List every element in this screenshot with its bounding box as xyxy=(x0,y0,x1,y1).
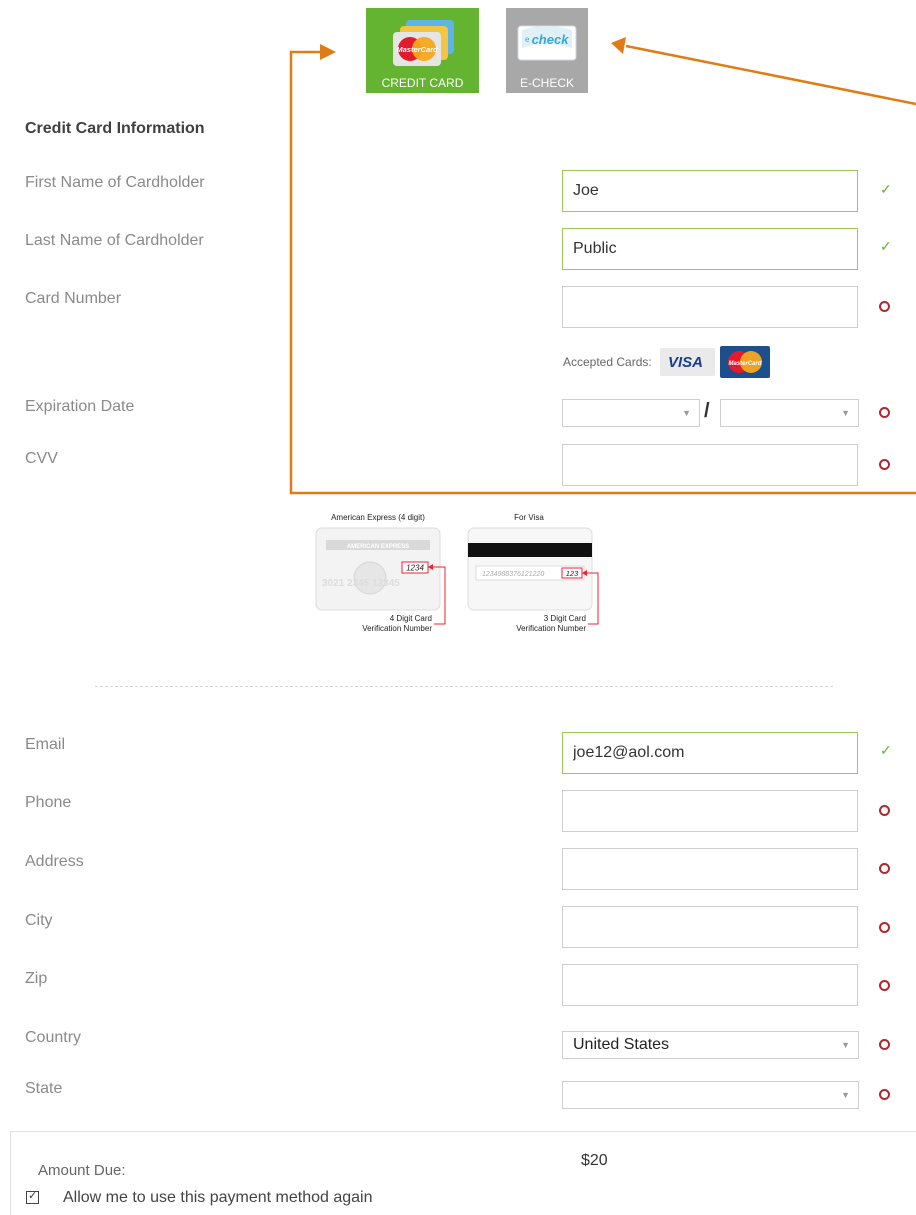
phone-label: Phone xyxy=(25,794,72,811)
amex-caption-line1: 4 Digit Card xyxy=(390,614,432,623)
chevron-down-icon: ▼ xyxy=(841,1090,850,1100)
visa-caption-line1: 3 Digit Card xyxy=(544,614,586,623)
payment-summary: Amount Due: $20 ✓ Allow me to use this p… xyxy=(10,1131,916,1215)
amex-title: American Express (4 digit) xyxy=(331,513,425,522)
amex-caption-line2: Verification Number xyxy=(362,624,432,633)
visa-caption-line2: Verification Number xyxy=(516,624,586,633)
accepted-cards-label: Accepted Cards: xyxy=(563,355,652,369)
visa-cvv-digits: 123 xyxy=(566,569,579,578)
amex-cvv-digits: 1234 xyxy=(406,564,424,573)
section-title: Credit Card Information xyxy=(25,120,205,137)
country-value: United States xyxy=(573,1036,670,1053)
checkmark-icon: ✓ xyxy=(28,1190,38,1202)
cvv-help-image: American Express (4 digit) AMERICAN EXPR… xyxy=(315,513,599,633)
checkmark-icon: ✓ xyxy=(880,181,892,197)
amount-due-label: Amount Due: xyxy=(38,1162,126,1179)
section-divider xyxy=(95,686,833,687)
arrow-head-credit-card xyxy=(320,44,336,60)
arrow-to-e-check xyxy=(625,44,916,106)
address-label: Address xyxy=(25,853,84,870)
amex-card-number: 3021 2345 12345 xyxy=(322,578,400,589)
arrow-head-e-check xyxy=(611,37,626,54)
first-name-label: First Name of Cardholder xyxy=(25,174,205,191)
ring-icon xyxy=(879,863,890,874)
chevron-down-icon: ▼ xyxy=(841,1040,850,1050)
expiration-year-select[interactable]: ▼ xyxy=(720,399,859,427)
visa-title: For Visa xyxy=(514,513,544,522)
address-input[interactable] xyxy=(562,848,858,890)
email-label: Email xyxy=(25,736,66,753)
city-input[interactable] xyxy=(562,906,858,948)
state-label: State xyxy=(25,1080,63,1097)
cvv-label: CVV xyxy=(25,450,58,467)
last-name-label: Last Name of Cardholder xyxy=(25,232,204,249)
first-name-input[interactable] xyxy=(562,170,858,212)
card-number-label: Card Number xyxy=(25,290,122,307)
save-method-checkbox[interactable]: ✓ xyxy=(26,1190,39,1204)
expiration-date-label: Expiration Date xyxy=(25,398,135,415)
checkmark-icon: ✓ xyxy=(880,742,892,758)
expiration-separator: / xyxy=(704,400,710,422)
ring-icon xyxy=(879,980,890,991)
state-select[interactable]: ▼ xyxy=(562,1081,859,1109)
visa-logo-text: VISA xyxy=(668,354,704,371)
ring-icon xyxy=(879,805,890,816)
save-method-label: Allow me to use this payment method agai… xyxy=(63,1189,373,1206)
chevron-down-icon: ▼ xyxy=(841,408,850,418)
ring-icon xyxy=(879,407,890,418)
last-name-input[interactable] xyxy=(562,228,858,270)
ring-icon xyxy=(879,301,890,312)
ring-icon xyxy=(879,922,890,933)
email-input[interactable] xyxy=(562,732,858,774)
expiration-month-select[interactable]: ▼ xyxy=(562,399,700,427)
country-label: Country xyxy=(25,1029,82,1046)
zip-input[interactable] xyxy=(562,964,858,1006)
visa-logo: VISA xyxy=(660,348,715,376)
card-number-input[interactable] xyxy=(562,286,858,328)
ring-icon xyxy=(879,1089,890,1100)
mastercard-icon-text: MasterCard xyxy=(728,361,761,367)
amount-due-value: $20 xyxy=(581,1152,608,1169)
zip-label: Zip xyxy=(25,970,48,987)
mastercard-icon: MasterCard xyxy=(720,346,770,378)
city-label: City xyxy=(25,912,53,929)
amex-brand: AMERICAN EXPRESS xyxy=(347,544,409,550)
ring-icon xyxy=(879,1039,890,1050)
phone-input[interactable] xyxy=(562,790,858,832)
ring-icon xyxy=(879,459,890,470)
country-select[interactable]: United States ▼ xyxy=(562,1031,859,1059)
chevron-down-icon: ▼ xyxy=(682,408,691,418)
visa-stripe-number: 1234988376121220 xyxy=(482,571,544,578)
checkmark-icon: ✓ xyxy=(880,238,892,254)
cvv-input[interactable] xyxy=(562,444,858,486)
